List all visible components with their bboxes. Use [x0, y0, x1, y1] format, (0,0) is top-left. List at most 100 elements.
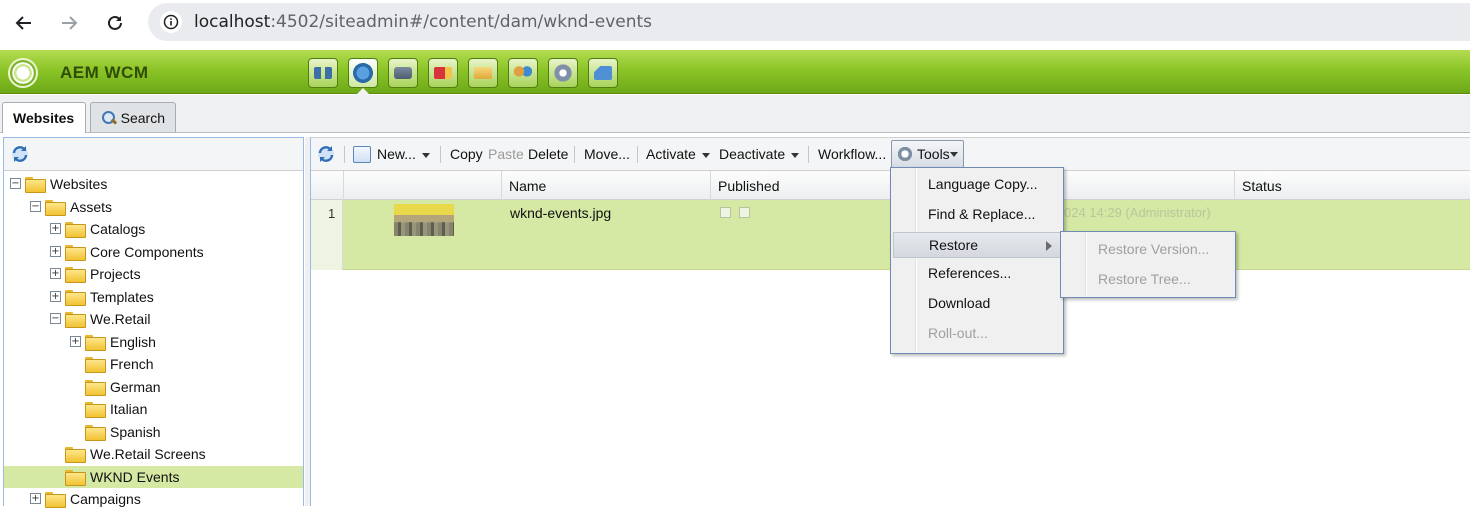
- tree-toolbar: [4, 138, 303, 171]
- expand-icon[interactable]: +: [30, 493, 41, 504]
- app-title: AEM WCM: [60, 63, 149, 82]
- menu-item[interactable]: Download: [893, 291, 1061, 317]
- folder-icon: [85, 379, 106, 396]
- menu-item-label: Find & Replace...: [928, 205, 1036, 222]
- tree-item-label: French: [110, 356, 154, 372]
- tools-button[interactable]: Tools: [891, 140, 964, 168]
- chevron-right-icon: [1046, 240, 1052, 251]
- back-button[interactable]: [9, 8, 39, 38]
- expand-icon[interactable]: +: [50, 245, 61, 257]
- reload-button[interactable]: [100, 8, 130, 38]
- copy-button[interactable]: Copy: [450, 146, 483, 162]
- tree-item[interactable]: + Catalogs: [4, 218, 303, 240]
- websites-icon[interactable]: [348, 58, 378, 88]
- users-icon[interactable]: [508, 58, 538, 88]
- workflow-button[interactable]: Workflow...: [818, 146, 886, 162]
- collapse-icon[interactable]: −: [50, 313, 61, 324]
- folder-icon: [65, 447, 86, 463]
- submenu-item[interactable]: Restore Tree...: [1063, 267, 1233, 293]
- tree-item[interactable]: + Campaigns: [4, 488, 303, 510]
- refresh-icon[interactable]: [10, 144, 30, 164]
- tree-item[interactable]: German: [4, 376, 303, 398]
- collapse-icon[interactable]: −: [10, 178, 21, 189]
- tree-item[interactable]: + Templates: [4, 286, 303, 308]
- chevron-down-icon: [701, 152, 710, 158]
- submenu-item-label: Restore Tree...: [1098, 271, 1191, 287]
- expand-icon[interactable]: +: [50, 223, 61, 234]
- tree-item[interactable]: French: [4, 353, 303, 375]
- expand-icon[interactable]: +: [50, 268, 61, 279]
- menu-item[interactable]: Language Copy...: [893, 172, 1061, 198]
- tab-search[interactable]: Search: [90, 102, 176, 132]
- menu-item[interactable]: Find & Replace...: [893, 202, 1061, 228]
- folder-icon: [65, 469, 86, 486]
- column-status[interactable]: Status: [1234, 171, 1470, 200]
- tree-item-label: German: [110, 378, 161, 395]
- new-button[interactable]: New...: [377, 146, 430, 162]
- menu-item[interactable]: References...: [893, 261, 1061, 287]
- url-text: localhost:4502/siteadmin#/content/dam/wk…: [194, 12, 652, 32]
- dam-icon[interactable]: [388, 58, 418, 88]
- menu-item-label: Restore: [929, 236, 979, 253]
- folder-icon: [65, 312, 86, 328]
- aem-logo-icon[interactable]: [8, 58, 38, 88]
- folder-icon: [65, 267, 86, 283]
- inbox-icon[interactable]: [468, 58, 498, 88]
- move-button[interactable]: Move...: [584, 146, 630, 162]
- active-app-indicator: [356, 88, 370, 95]
- search-icon: [101, 110, 115, 126]
- menu-item-label: Roll-out...: [928, 325, 988, 341]
- url-host: localhost: [194, 12, 271, 32]
- activate-button[interactable]: Activate: [646, 146, 710, 162]
- column-name[interactable]: Name: [501, 171, 710, 200]
- forward-button[interactable]: [54, 8, 84, 38]
- tree-item[interactable]: + English: [4, 331, 303, 353]
- tab-websites-label: Websites: [13, 110, 75, 126]
- expand-icon[interactable]: +: [70, 335, 81, 347]
- tree-item[interactable]: WKND Events: [4, 465, 303, 488]
- chevron-down-icon: [950, 152, 958, 157]
- site-tree-panel: − Websites − Assets + Catalogs + Core Component…: [3, 137, 304, 508]
- delete-button[interactable]: Delete: [528, 146, 568, 162]
- new-button-label: New...: [377, 146, 416, 162]
- sitemap-icon[interactable]: [308, 58, 338, 88]
- paste-button[interactable]: Paste: [488, 146, 524, 162]
- tree-item[interactable]: + Projects: [4, 263, 303, 285]
- menu-item[interactable]: Roll-out...: [893, 321, 1061, 347]
- tree-item[interactable]: − Websites: [4, 173, 303, 195]
- menu-item-label: References...: [928, 265, 1012, 282]
- tools-icon[interactable]: [548, 58, 578, 88]
- folder-icon: [65, 289, 86, 306]
- refresh-icon[interactable]: [316, 144, 336, 164]
- menu-item-label: Download: [928, 295, 991, 312]
- tree-item[interactable]: Italian: [4, 398, 303, 420]
- deactivate-button[interactable]: Deactivate: [719, 146, 800, 162]
- tree-item[interactable]: Spanish: [4, 421, 303, 443]
- arrow-right-icon: [62, 16, 78, 30]
- submenu-item[interactable]: Restore Version...: [1063, 237, 1233, 263]
- tree-item[interactable]: − Assets: [4, 196, 303, 218]
- folder-icon: [65, 244, 86, 261]
- tree-item-label: Spanish: [110, 423, 161, 440]
- new-page-icon: [353, 146, 371, 163]
- column-thumbnail[interactable]: [343, 171, 501, 200]
- chevron-down-icon: [421, 152, 430, 158]
- tree-item-label: Assets: [70, 198, 113, 215]
- tree-item[interactable]: We.Retail Screens: [4, 443, 303, 465]
- asset-name: wknd-events.jpg: [510, 205, 612, 221]
- folder-icon: [85, 402, 106, 418]
- expand-icon[interactable]: +: [50, 290, 61, 302]
- tagging-icon[interactable]: [588, 58, 618, 88]
- tab-websites[interactable]: Websites: [2, 102, 86, 133]
- tree-item[interactable]: − We.Retail: [4, 308, 303, 330]
- arrow-left-icon: [15, 16, 31, 30]
- deactivate-button-label: Deactivate: [719, 146, 786, 162]
- tree-item[interactable]: + Core Components: [4, 241, 303, 263]
- address-bar[interactable]: localhost:4502/siteadmin#/content/dam/wk…: [148, 3, 1470, 41]
- collapse-icon[interactable]: −: [30, 200, 41, 212]
- campaigns-icon[interactable]: [428, 58, 458, 88]
- tree-item-label: Core Components: [90, 243, 204, 260]
- menu-item[interactable]: Restore: [893, 231, 1061, 258]
- site-info-icon[interactable]: [160, 11, 182, 33]
- modified-indicator: [739, 207, 750, 218]
